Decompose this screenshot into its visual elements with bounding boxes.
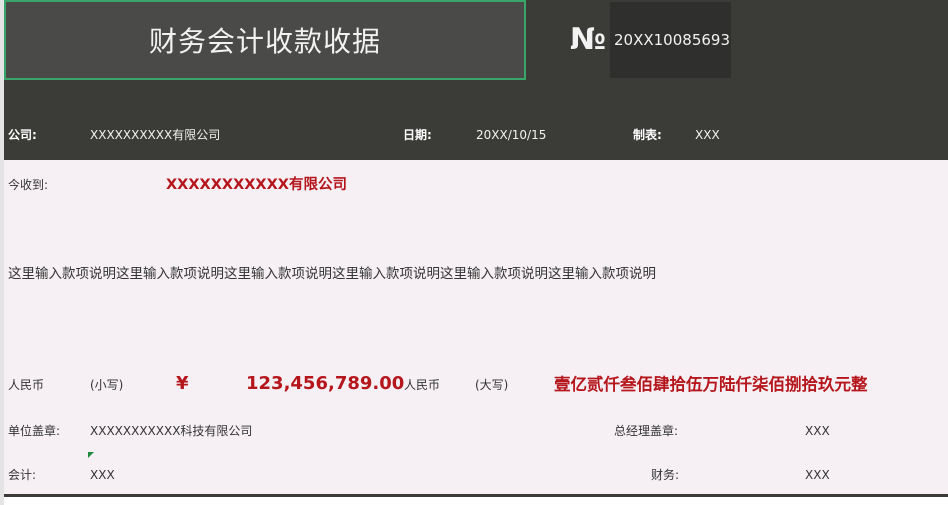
gm-seal-label: 总经理盖章:	[614, 424, 679, 438]
receipt-body	[4, 160, 948, 496]
date-value[interactable]: 20XX/10/15	[476, 127, 546, 143]
small-amount-label: (小写)	[90, 378, 124, 392]
maker-value[interactable]: XXX	[695, 127, 720, 143]
received-label: 今收到:	[8, 178, 49, 192]
gm-seal-value[interactable]: XXX	[805, 423, 830, 439]
unit-seal-label: 单位盖章:	[8, 424, 61, 438]
finance-label: 财务:	[651, 468, 680, 482]
number-sign: №	[570, 22, 607, 57]
accountant-value[interactable]: XXX	[90, 467, 115, 483]
receipt-number[interactable]: 20XX10085693	[610, 2, 731, 78]
company-label: 公司:	[8, 128, 37, 142]
amount-big[interactable]: 壹亿贰仟叁佰肆拾伍万陆仟柒佰捌拾玖元整	[554, 374, 868, 396]
rmb-label-big: 人民币	[404, 378, 441, 392]
maker-label: 制表:	[633, 128, 662, 142]
finance-value[interactable]: XXX	[805, 467, 830, 483]
received-from[interactable]: XXXXXXXXXXX有限公司	[166, 175, 347, 195]
accountant-label: 会计:	[8, 468, 37, 482]
unit-seal-value[interactable]: XXXXXXXXXXX科技有限公司	[90, 423, 252, 439]
payment-description[interactable]: 这里输入款项说明这里输入款项说明这里输入款项说明这里输入款项说明这里输入款项说明…	[8, 265, 656, 283]
rmb-label-small: 人民币	[8, 378, 45, 392]
cell-comment-marker	[88, 452, 94, 458]
amount-small[interactable]: 123,456,789.00	[246, 373, 404, 395]
company-value[interactable]: XXXXXXXXXX有限公司	[90, 127, 220, 143]
bottom-border	[4, 494, 948, 497]
receipt-title[interactable]: 财务会计收款收据	[4, 0, 526, 80]
big-amount-label: (大写)	[475, 378, 509, 392]
yen-sign: ¥	[176, 373, 189, 394]
date-label: 日期:	[403, 128, 432, 142]
receipt-sheet: 财务会计收款收据 № 20XX10085693 公司: XXXXXXXXXX有限…	[0, 0, 948, 505]
